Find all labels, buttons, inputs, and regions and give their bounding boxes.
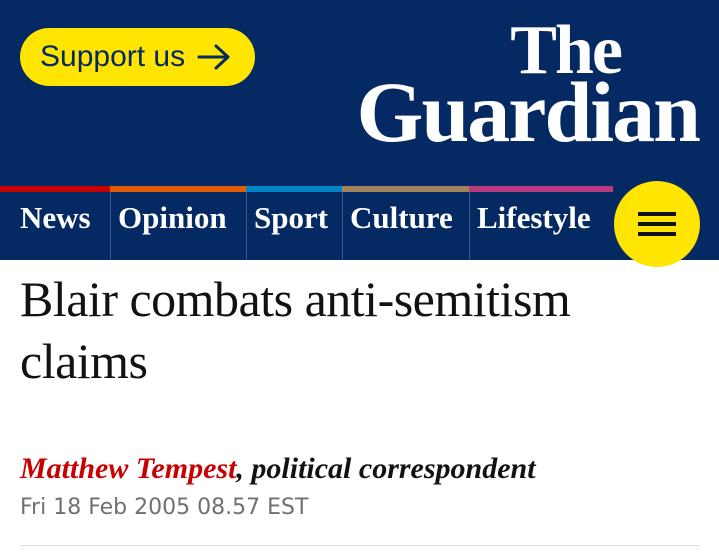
author-role: , political correspondent [236, 452, 536, 485]
support-us-button[interactable]: Support us [20, 28, 255, 86]
nav-color-bar [246, 186, 342, 192]
arrow-right-icon [197, 44, 231, 70]
hamburger-icon-line [638, 232, 676, 236]
nav-item-culture[interactable]: Culture [342, 186, 469, 260]
pillar-navigation: News Opinion Sport Culture Lifestyle [0, 186, 719, 260]
nav-item-lifestyle[interactable]: Lifestyle [469, 186, 613, 260]
article-headline: Blair combats anti-semitism claims [20, 271, 571, 389]
logo-line-2: Guardian [356, 64, 701, 160]
guardian-logo[interactable]: The Guardian [356, 16, 701, 160]
author-link[interactable]: Matthew Tempest [20, 452, 236, 485]
nav-color-bar [342, 186, 469, 192]
divider [20, 545, 700, 546]
nav-item-opinion[interactable]: Opinion [110, 186, 246, 260]
nav-item-sport[interactable]: Sport [246, 186, 342, 260]
publication-date: Fri 18 Feb 2005 08.57 EST [20, 495, 309, 520]
nav-item-news[interactable]: News [0, 186, 110, 260]
masthead: Support us The Guardian [0, 0, 719, 186]
support-us-label: Support us [40, 40, 186, 73]
nav-label: News [20, 200, 91, 235]
byline: Matthew Tempest, political correspondent [20, 452, 536, 486]
nav-color-bar [469, 186, 613, 192]
nav-label: Culture [350, 200, 453, 235]
nav-color-bar [0, 186, 110, 192]
nav-label: Lifestyle [477, 200, 591, 235]
menu-button[interactable] [614, 181, 700, 267]
hamburger-icon-line [638, 222, 676, 226]
nav-label: Opinion [118, 200, 227, 235]
hamburger-icon [638, 212, 676, 216]
nav-color-bar [110, 186, 246, 192]
nav-label: Sport [254, 200, 329, 235]
